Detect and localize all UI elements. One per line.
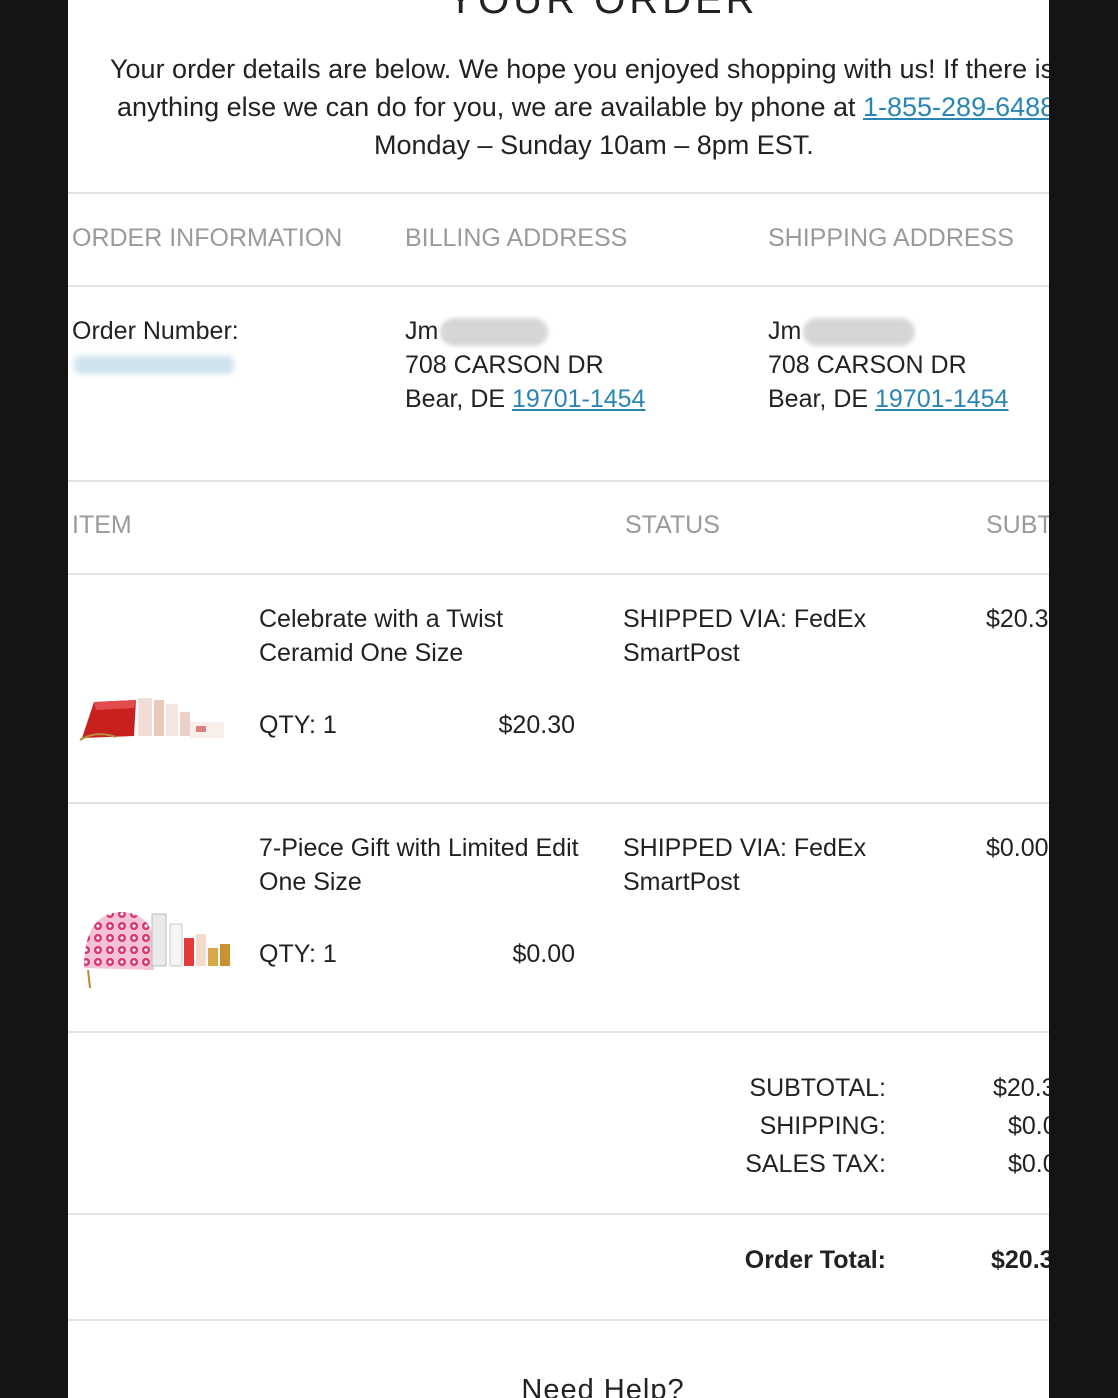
shipping-address-heading: SHIPPING ADDRESS (768, 224, 1014, 252)
shipping-city-text: Bear, DE (768, 385, 875, 413)
page-title: YOUR ORDER (447, 0, 759, 22)
status-column-header: STATUS (625, 511, 720, 539)
order-number-label: Order Number: (72, 317, 239, 345)
item-2-status-line-2: SmartPost (623, 868, 740, 896)
shipping-name: Jm (768, 317, 802, 345)
need-help-heading: Need Help? (521, 1374, 685, 1398)
subtotal-column-header: SUBTOTAL (986, 511, 1049, 539)
subtotal-value: $20.30 (993, 1074, 1049, 1102)
divider (68, 1031, 1049, 1033)
sales-tax-label: SALES TAX: (745, 1150, 886, 1178)
shipping-label: SHIPPING: (759, 1112, 886, 1140)
item-2-name-line-1[interactable]: 7-Piece Gift with Limited Edit (259, 831, 579, 865)
intro-line-2-text: anything else we can do for you, we are … (117, 92, 863, 122)
item-2-name-line-2: One Size (259, 868, 362, 896)
divider (68, 192, 1049, 194)
shipping-value: $0.00 (1008, 1112, 1049, 1140)
redacted-billing-name (440, 318, 548, 346)
item-1-qty: QTY: 1 (259, 711, 337, 739)
billing-city: Bear, DE 19701-1454 (405, 382, 645, 416)
item-1-status-line-1: SHIPPED VIA: FedEx (623, 605, 867, 633)
billing-city-text: Bear, DE (405, 385, 512, 413)
item-1-name-line-2: Ceramid One Size (259, 639, 464, 667)
intro-line-2: anything else we can do for you, we are … (117, 88, 1049, 126)
billing-zip-link[interactable]: 19701-1454 (512, 385, 645, 413)
order-information-heading: ORDER INFORMATION (72, 224, 343, 252)
billing-name: Jm (405, 317, 439, 345)
divider (68, 1319, 1049, 1321)
divider (68, 480, 1049, 482)
item-2-qty: QTY: 1 (259, 940, 337, 968)
shipping-zip-link[interactable]: 19701-1454 (875, 385, 1008, 413)
item-1-status-line-2: SmartPost (623, 639, 740, 667)
divider (68, 1213, 1049, 1215)
divider (68, 573, 1049, 575)
divider (68, 285, 1049, 287)
item-2-status-line-1: SHIPPED VIA: FedEx (623, 834, 867, 862)
sales-tax-value: $0.00 (1008, 1150, 1049, 1178)
subtotal-label: SUBTOTAL: (749, 1074, 886, 1102)
red-cosmetic-bag-gift-set-icon[interactable] (76, 690, 238, 748)
shipping-city: Bear, DE 19701-1454 (768, 382, 1008, 416)
item-1-name-line-1[interactable]: Celebrate with a Twist (259, 602, 503, 636)
shipping-street: 708 CARSON DR (768, 351, 967, 379)
intro-line-1: Your order details are below. We hope yo… (110, 54, 1049, 84)
pink-pattern-bag-gift-set-icon[interactable] (80, 908, 238, 990)
item-2-subtotal: $0.00 (986, 834, 1049, 862)
item-1-subtotal: $20.30 (986, 605, 1049, 633)
redacted-shipping-name (803, 318, 915, 346)
intro-line-3: Monday – Sunday 10am – 8pm EST. (374, 130, 814, 160)
order-total-label: Order Total: (744, 1246, 886, 1274)
order-email-panel: YOUR ORDER Your order details are below.… (68, 0, 1049, 1398)
divider (68, 802, 1049, 804)
billing-address-heading: BILLING ADDRESS (405, 224, 628, 252)
redacted-order-number (74, 356, 234, 374)
item-column-header: ITEM (72, 511, 132, 539)
billing-street: 708 CARSON DR (405, 351, 604, 379)
item-2-price: $0.00 (512, 940, 575, 968)
phone-link[interactable]: 1-855-289-6488 (863, 92, 1049, 122)
order-total-value: $20.30 (991, 1246, 1049, 1274)
item-1-price: $20.30 (498, 711, 575, 739)
